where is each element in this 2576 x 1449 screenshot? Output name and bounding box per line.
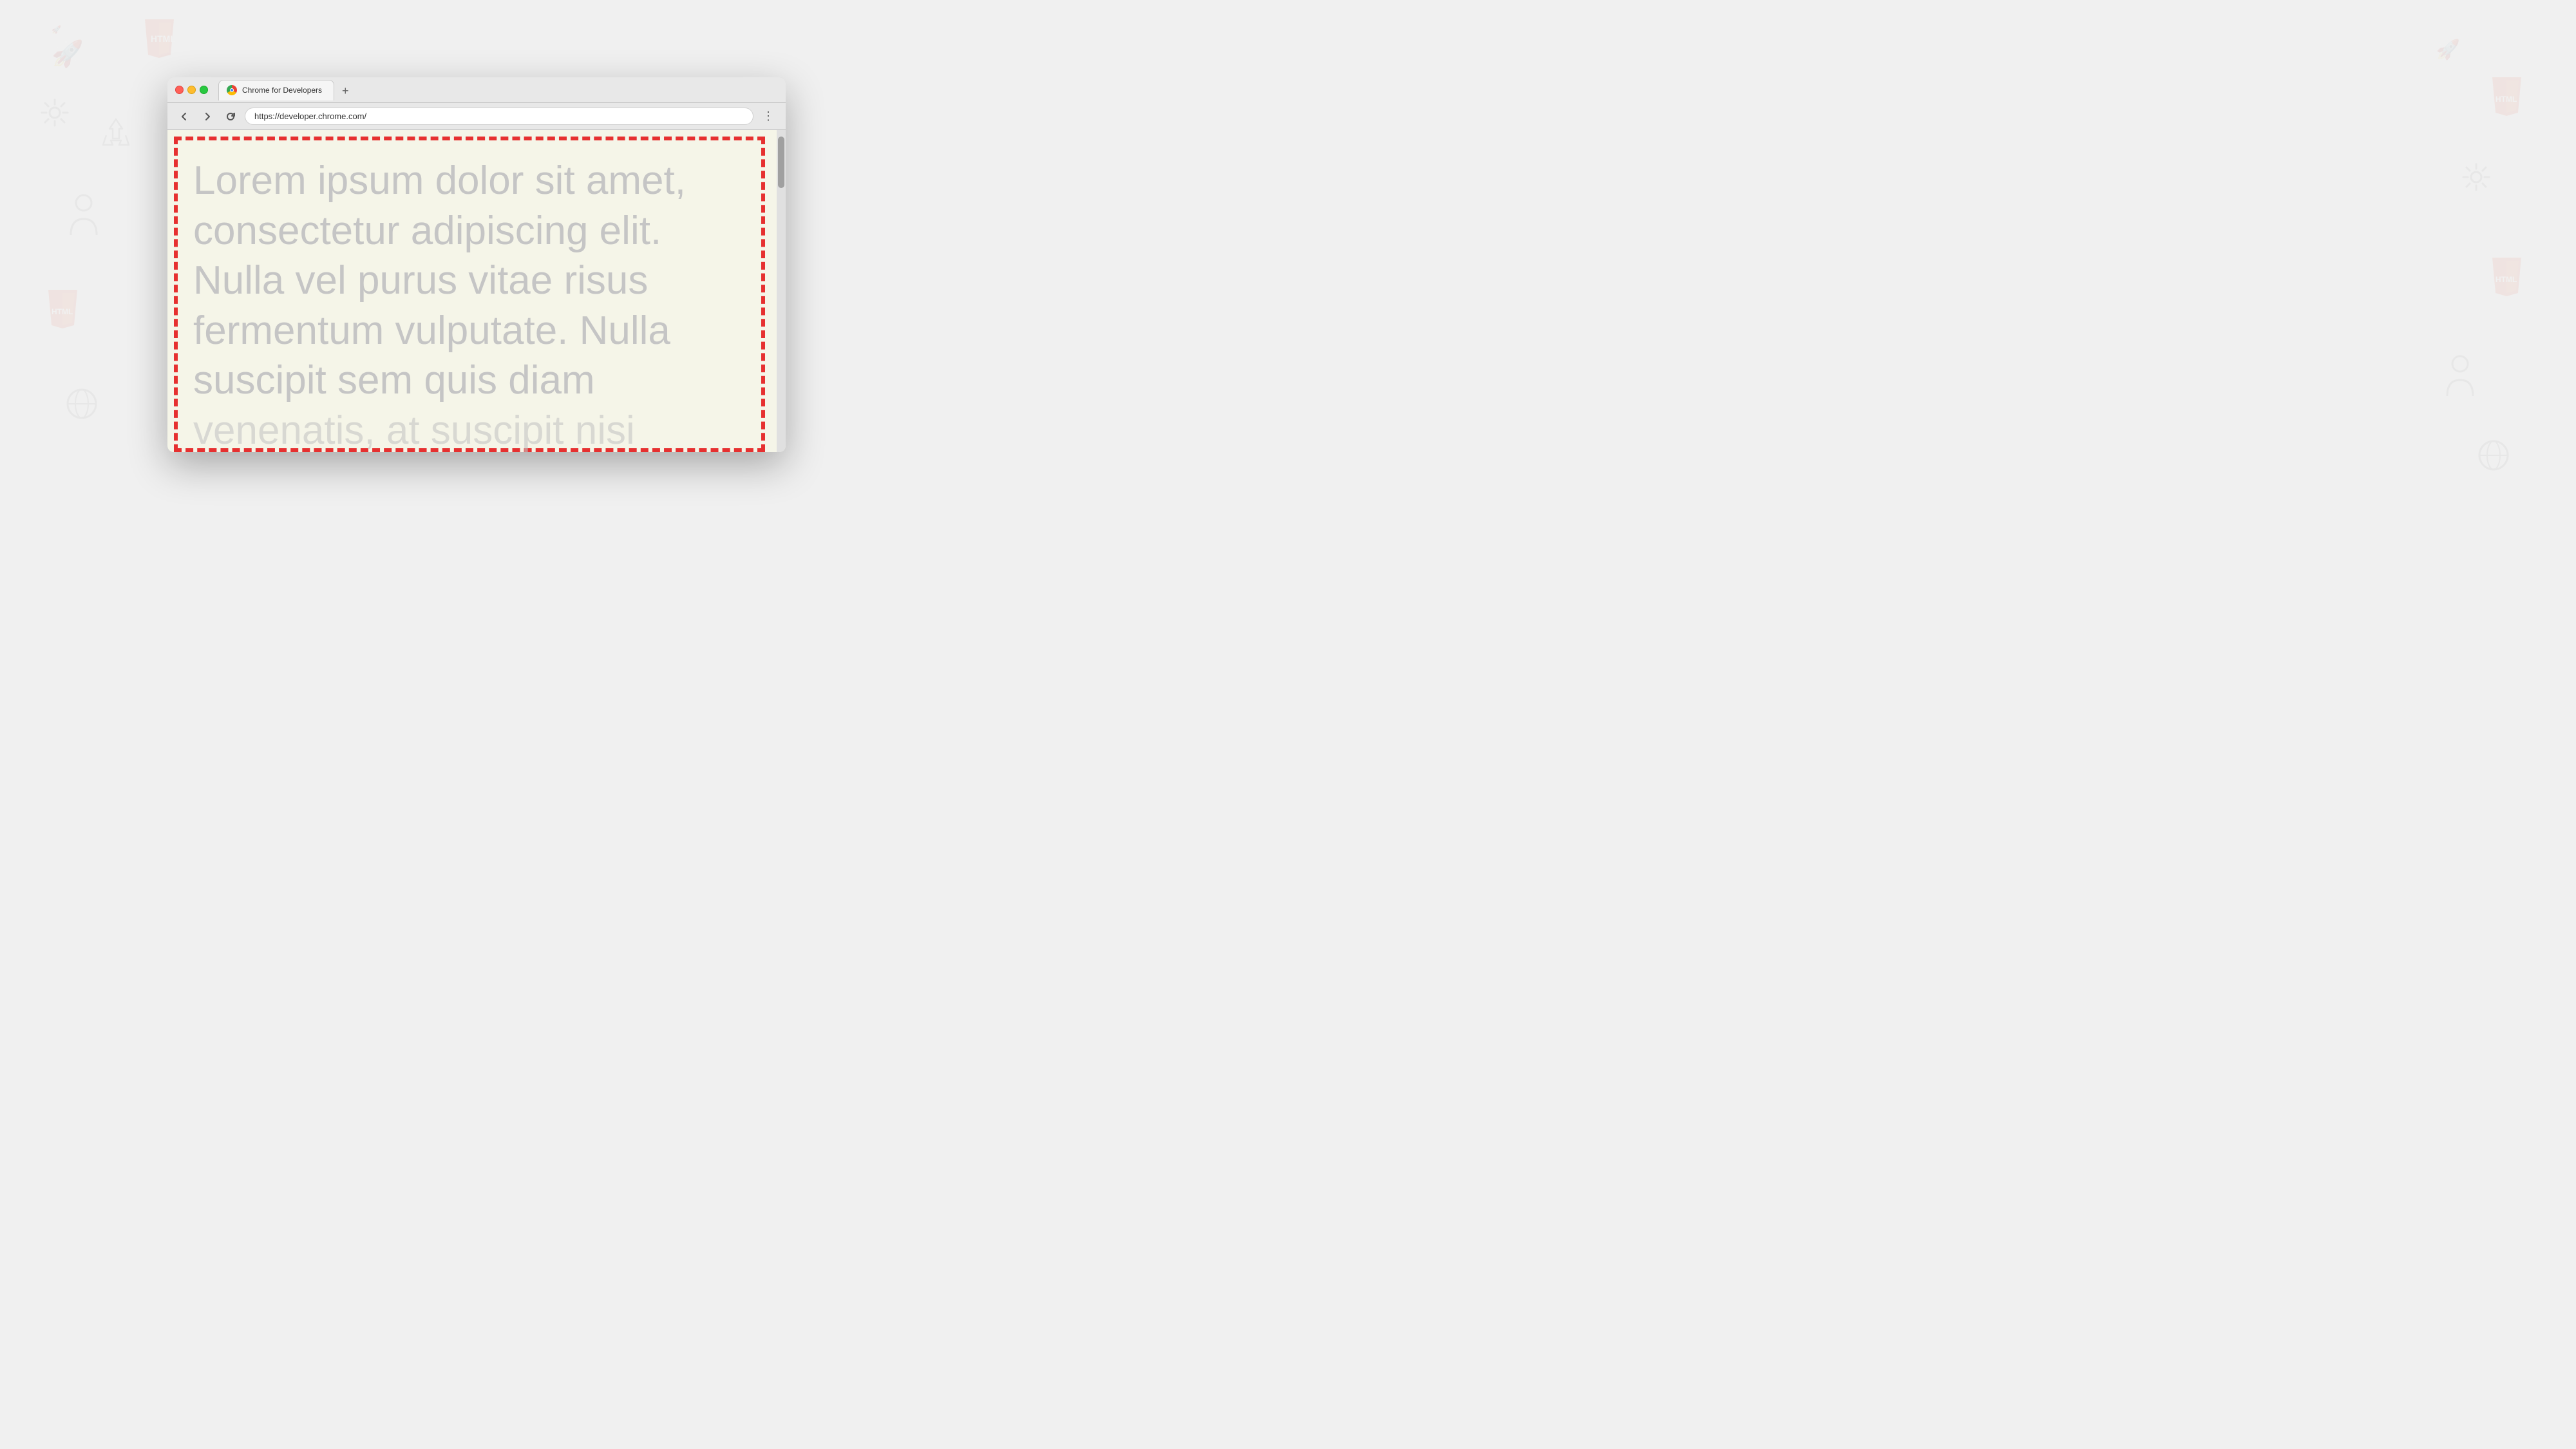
svg-text:HTML: HTML bbox=[151, 33, 176, 44]
svg-text:HTML: HTML bbox=[52, 307, 73, 316]
bg-deco-1: 🚀 bbox=[52, 13, 90, 52]
minimize-button[interactable] bbox=[187, 86, 196, 94]
bg-icon-rocket-2: 🚀 bbox=[2436, 39, 2460, 61]
active-tab[interactable]: Chrome for Developers bbox=[218, 80, 334, 100]
bg-icon-world-2 bbox=[2476, 438, 2512, 477]
tab-title: Chrome for Developers bbox=[242, 86, 326, 95]
bg-icon-person-2 bbox=[2441, 354, 2479, 402]
bg-icon-world-1 bbox=[64, 386, 100, 425]
scrollbar[interactable] bbox=[777, 130, 786, 452]
refresh-button[interactable] bbox=[222, 108, 240, 126]
bg-icon-gear-1 bbox=[39, 97, 71, 132]
partial-text: venenatis, at suscipit nisi eleifend. Nu… bbox=[193, 408, 679, 453]
new-tab-button[interactable]: + bbox=[337, 82, 354, 100]
back-icon bbox=[179, 111, 189, 122]
maximize-button[interactable] bbox=[200, 86, 208, 94]
close-button[interactable] bbox=[175, 86, 184, 94]
bg-icon-gear-2 bbox=[2460, 161, 2492, 196]
content-area: Lorem ipsum dolor sit amet, consectetur … bbox=[167, 130, 777, 452]
refresh-icon bbox=[225, 111, 236, 122]
bg-icon-person-1 bbox=[64, 193, 103, 242]
scrollbar-thumb[interactable] bbox=[778, 137, 784, 188]
lorem-text: Lorem ipsum dolor sit amet, consectetur … bbox=[187, 143, 757, 452]
bg-icon-html-1: HTML bbox=[142, 19, 177, 67]
browser-window: Chrome for Developers + ⋮ bbox=[167, 77, 786, 452]
title-bar: Chrome for Developers + bbox=[167, 77, 786, 103]
tab-bar: Chrome for Developers + bbox=[213, 80, 778, 100]
svg-text:HTML: HTML bbox=[2496, 275, 2517, 284]
forward-button[interactable] bbox=[198, 108, 216, 126]
forward-icon bbox=[202, 111, 213, 122]
bg-icon-html-4: HTML bbox=[2489, 258, 2524, 303]
tab-favicon bbox=[227, 85, 237, 95]
svg-text:🚀: 🚀 bbox=[52, 25, 61, 34]
bg-icon-recycle-1 bbox=[100, 116, 132, 151]
bg-icon-html-2: HTML bbox=[45, 290, 80, 337]
address-bar: ⋮ bbox=[167, 103, 786, 130]
back-button[interactable] bbox=[175, 108, 193, 126]
svg-text:HTML: HTML bbox=[2496, 95, 2517, 104]
favicon-center bbox=[230, 88, 234, 92]
browser-content: Lorem ipsum dolor sit amet, consectetur … bbox=[167, 130, 786, 452]
bg-icon-rocket-1: 🚀 bbox=[52, 39, 84, 69]
traffic-lights bbox=[175, 86, 208, 94]
bg-icon-html-3: HTML bbox=[2489, 77, 2524, 122]
menu-button[interactable]: ⋮ bbox=[759, 107, 778, 126]
url-input[interactable] bbox=[245, 108, 753, 125]
